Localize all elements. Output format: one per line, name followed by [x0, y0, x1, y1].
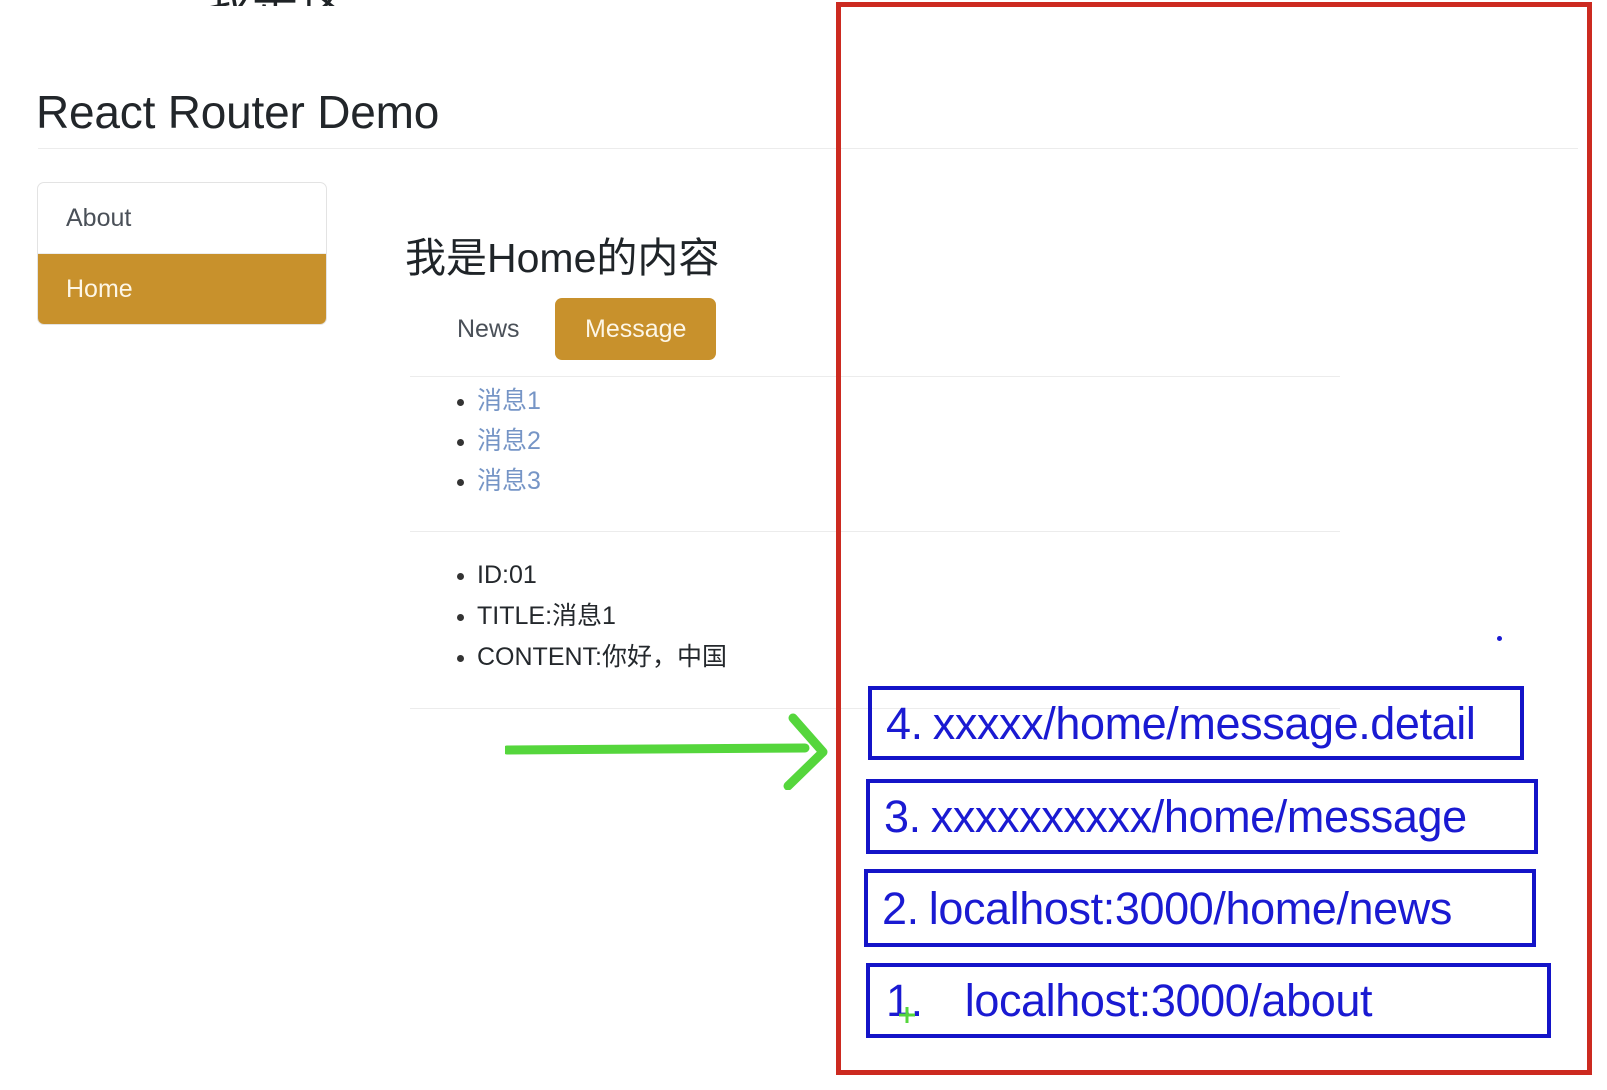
annotation-box-2: 2. localhost:3000/home/news: [864, 869, 1536, 947]
tab-bar: News Message: [435, 298, 1345, 360]
annotation-box-1-text: localhost:3000/about: [964, 975, 1373, 1026]
green-arrow-icon: [505, 713, 828, 790]
sidebar-item-home[interactable]: Home: [38, 254, 326, 324]
header-divider: [38, 148, 1578, 149]
annotation-box-2-text: localhost:3000/home/news: [928, 882, 1453, 934]
sidebar-nav: About Home: [37, 182, 327, 325]
list-item: 消息2: [477, 424, 1345, 459]
tab-news[interactable]: News: [435, 298, 542, 360]
list-item: 消息1: [477, 384, 1345, 419]
annotation-box-3: 3. xxxxxxxxxx/home/message: [866, 779, 1538, 854]
message-list: 消息1 消息2 消息3: [405, 384, 1345, 499]
detail-title: TITLE:消息1: [477, 599, 1345, 633]
detail-content: CONTENT:你好，中国: [477, 640, 1345, 674]
annotation-box-4: 4. xxxxx/home/message.detail: [868, 686, 1524, 760]
annotation-box-1-number: 1.: [886, 975, 923, 1026]
stray-ink-dot: [1497, 636, 1502, 641]
tab-message[interactable]: Message: [555, 298, 717, 360]
annotation-box-3-number: 3.: [884, 791, 921, 842]
message-detail-list: ID:01 TITLE:消息1 CONTENT:你好，中国: [405, 558, 1345, 674]
sidebar-item-about[interactable]: About: [38, 183, 326, 254]
message-link-3[interactable]: 消息3: [477, 467, 541, 495]
annotation-box-4-number: 4.: [886, 697, 923, 749]
main-content: 我是Home的内容 News Message 消息1 消息2 消息3 ID:01…: [405, 232, 1345, 709]
detail-id: ID:01: [477, 558, 1345, 592]
cut-off-top-text: 我是这: [205, 0, 346, 6]
page-title: React Router Demo: [36, 85, 440, 138]
content-heading: 我是Home的内容: [405, 235, 720, 281]
detail-top-divider: [410, 531, 1340, 532]
annotation-box-3-text: xxxxxxxxxx/home/message: [930, 791, 1467, 842]
annotation-box-4-text: xxxxx/home/message.detail: [932, 697, 1476, 749]
message-link-1[interactable]: 消息1: [477, 387, 541, 415]
message-link-2[interactable]: 消息2: [477, 427, 541, 455]
list-item: 消息3: [477, 464, 1345, 499]
annotation-box-1: 1. localhost:3000/about: [866, 963, 1551, 1038]
tabs-divider: [410, 376, 1340, 377]
annotation-box-2-number: 2.: [882, 882, 919, 934]
